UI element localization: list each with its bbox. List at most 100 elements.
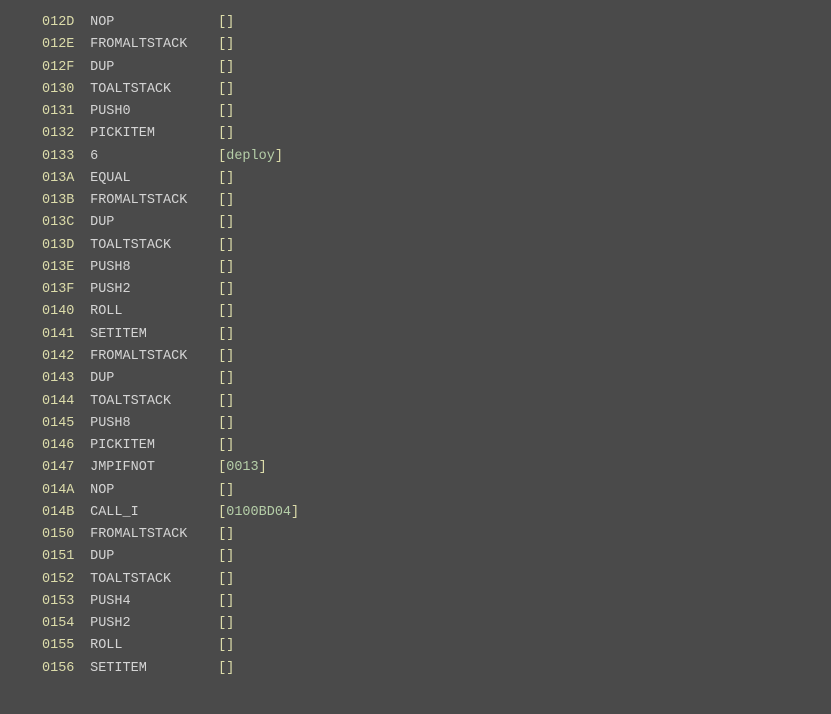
bracket-open: [ <box>218 527 226 542</box>
address: 0154 <box>42 613 82 635</box>
bracket-close: ] <box>226 126 234 141</box>
address: 013B <box>42 190 82 212</box>
bracket-open: [ <box>218 171 226 186</box>
bracket-open: [ <box>218 549 226 564</box>
bracket-close: ] <box>226 104 234 119</box>
opcode: DUP <box>90 546 218 568</box>
bracket-open: [ <box>218 304 226 319</box>
bracket-close: ] <box>226 215 234 230</box>
code-line: 0155 ROLL[] <box>42 635 831 657</box>
opcode: ROLL <box>90 635 218 657</box>
code-line: 013F PUSH2[] <box>42 279 831 301</box>
address: 0146 <box>42 435 82 457</box>
operand: deploy <box>226 149 275 164</box>
code-line: 0141 SETITEM[] <box>42 324 831 346</box>
bracket-open: [ <box>218 616 226 631</box>
opcode: DUP <box>90 368 218 390</box>
code-line: 0131 PUSH0[] <box>42 101 831 123</box>
address: 0132 <box>42 123 82 145</box>
opcode: PICKITEM <box>90 123 218 145</box>
bracket-close: ] <box>226 549 234 564</box>
bracket-open: [ <box>218 572 226 587</box>
bracket-close: ] <box>226 661 234 676</box>
bracket-open: [ <box>218 661 226 676</box>
code-line: 0154 PUSH2[] <box>42 613 831 635</box>
bracket-open: [ <box>218 37 226 52</box>
address: 0153 <box>42 591 82 613</box>
address: 0143 <box>42 368 82 390</box>
bracket-close: ] <box>259 460 267 475</box>
opcode: NOP <box>90 12 218 34</box>
address: 012D <box>42 12 82 34</box>
address: 012E <box>42 34 82 56</box>
opcode: TOALTSTACK <box>90 569 218 591</box>
bracket-open: [ <box>218 327 226 342</box>
address: 0131 <box>42 101 82 123</box>
bracket-close: ] <box>291 505 299 520</box>
address: 0145 <box>42 413 82 435</box>
bracket-open: [ <box>218 260 226 275</box>
bracket-close: ] <box>226 260 234 275</box>
bracket-close: ] <box>226 349 234 364</box>
code-line: 013C DUP[] <box>42 212 831 234</box>
bracket-close: ] <box>226 15 234 30</box>
bracket-open: [ <box>218 483 226 498</box>
code-line: 014B CALL_I[0100BD04] <box>42 502 831 524</box>
address: 013D <box>42 235 82 257</box>
bracket-close: ] <box>226 572 234 587</box>
bracket-close: ] <box>226 171 234 186</box>
opcode: SETITEM <box>90 324 218 346</box>
opcode: TOALTSTACK <box>90 79 218 101</box>
bracket-close: ] <box>226 527 234 542</box>
disassembly-listing: 012D NOP[]012E FROMALTSTACK[]012F DUP[]0… <box>0 12 831 680</box>
code-line: 0146 PICKITEM[] <box>42 435 831 457</box>
address: 0150 <box>42 524 82 546</box>
code-line: 014A NOP[] <box>42 480 831 502</box>
opcode: PUSH8 <box>90 257 218 279</box>
address: 013C <box>42 212 82 234</box>
opcode: PUSH8 <box>90 413 218 435</box>
opcode: ROLL <box>90 301 218 323</box>
code-line: 013B FROMALTSTACK[] <box>42 190 831 212</box>
code-line: 0140 ROLL[] <box>42 301 831 323</box>
code-line: 0133 6[deploy] <box>42 146 831 168</box>
operand: 0100BD04 <box>226 505 291 520</box>
address: 0133 <box>42 146 82 168</box>
bracket-open: [ <box>218 215 226 230</box>
bracket-open: [ <box>218 15 226 30</box>
address: 0142 <box>42 346 82 368</box>
opcode: PUSH0 <box>90 101 218 123</box>
bracket-close: ] <box>226 371 234 386</box>
bracket-close: ] <box>226 416 234 431</box>
bracket-close: ] <box>226 394 234 409</box>
address: 0130 <box>42 79 82 101</box>
code-line: 0143 DUP[] <box>42 368 831 390</box>
bracket-close: ] <box>226 82 234 97</box>
code-line: 012F DUP[] <box>42 57 831 79</box>
bracket-close: ] <box>226 638 234 653</box>
code-line: 0152 TOALTSTACK[] <box>42 569 831 591</box>
address: 0147 <box>42 457 82 479</box>
bracket-close: ] <box>226 483 234 498</box>
address: 0144 <box>42 391 82 413</box>
code-line: 013D TOALTSTACK[] <box>42 235 831 257</box>
bracket-open: [ <box>218 238 226 253</box>
opcode: FROMALTSTACK <box>90 524 218 546</box>
code-line: 0142 FROMALTSTACK[] <box>42 346 831 368</box>
address: 0156 <box>42 658 82 680</box>
opcode: EQUAL <box>90 168 218 190</box>
address: 013E <box>42 257 82 279</box>
opcode: JMPIFNOT <box>90 457 218 479</box>
bracket-open: [ <box>218 193 226 208</box>
code-line: 0153 PUSH4[] <box>42 591 831 613</box>
bracket-close: ] <box>226 238 234 253</box>
code-line: 0150 FROMALTSTACK[] <box>42 524 831 546</box>
opcode: FROMALTSTACK <box>90 346 218 368</box>
code-line: 0147 JMPIFNOT[0013] <box>42 457 831 479</box>
bracket-close: ] <box>275 149 283 164</box>
bracket-close: ] <box>226 282 234 297</box>
code-line: 0132 PICKITEM[] <box>42 123 831 145</box>
opcode: FROMALTSTACK <box>90 34 218 56</box>
bracket-open: [ <box>218 104 226 119</box>
opcode: DUP <box>90 212 218 234</box>
